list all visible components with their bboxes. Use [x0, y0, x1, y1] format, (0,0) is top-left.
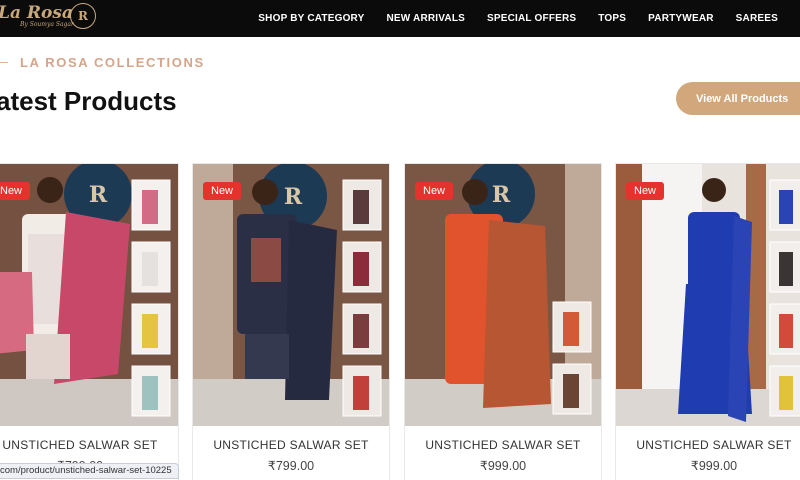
nav-special-offers[interactable]: SPECIAL OFFERS: [487, 13, 576, 24]
product-price: ₹999.00: [479, 459, 527, 473]
view-all-products-button[interactable]: View All Products: [676, 82, 800, 115]
eyebrow-line: [0, 61, 8, 64]
product-card[interactable]: R New UNSTICHED SALWAR SET ₹799.00: [0, 164, 178, 480]
section-eyebrow: LA ROSA COLLECTIONS: [0, 55, 205, 70]
logo-badge-icon: R: [70, 3, 96, 29]
nav-tops[interactable]: TOPS: [598, 13, 626, 24]
product-price: ₹999.00: [690, 459, 738, 473]
section-title: atest Products: [0, 86, 177, 116]
svg-text:R: R: [89, 182, 108, 208]
nav-partywear[interactable]: PARTYWEAR: [648, 13, 714, 24]
product-name[interactable]: UNSTICHED SALWAR SET: [193, 438, 389, 452]
link-status-bar: com/product/unstiched-salwar-set-10225: [0, 463, 179, 479]
logo-text: La Rosa: [0, 3, 73, 23]
product-card[interactable]: R New UNSTICHED SALWAR SET ₹799.00: [193, 164, 389, 480]
product-image[interactable]: New: [616, 164, 800, 426]
top-nav-bar: La Rosa By Soumya Sagar R SHOP BY CATEGO…: [0, 0, 800, 37]
product-name[interactable]: UNSTICHED SALWAR SET: [616, 438, 800, 452]
product-price: ₹799.00: [267, 459, 315, 473]
product-image[interactable]: R New: [405, 164, 601, 426]
product-card[interactable]: New UNSTICHED SALWAR SET ₹999.00: [616, 164, 800, 480]
logo-subtitle: By Soumya Sagar: [20, 21, 74, 28]
new-badge: New: [626, 182, 665, 200]
product-name[interactable]: UNSTICHED SALWAR SET: [405, 438, 601, 452]
nav-shop-by-category[interactable]: SHOP BY CATEGORY: [258, 13, 364, 24]
new-badge: New: [203, 182, 242, 200]
product-name[interactable]: UNSTICHED SALWAR SET: [0, 438, 178, 452]
product-image[interactable]: R New: [193, 164, 389, 426]
main-menu: SHOP BY CATEGORY NEW ARRIVALS SPECIAL OF…: [236, 0, 778, 37]
product-card[interactable]: R New UNSTICHED SALWAR SET ₹999.00: [405, 164, 601, 480]
new-badge: New: [415, 182, 454, 200]
product-image[interactable]: R New: [0, 164, 178, 426]
svg-text:R: R: [492, 182, 511, 208]
new-badge: New: [0, 182, 31, 200]
eyebrow-text: LA ROSA COLLECTIONS: [20, 55, 205, 70]
nav-sarees[interactable]: SAREES: [736, 13, 778, 24]
svg-text:R: R: [284, 184, 303, 210]
nav-new-arrivals[interactable]: NEW ARRIVALS: [386, 13, 465, 24]
